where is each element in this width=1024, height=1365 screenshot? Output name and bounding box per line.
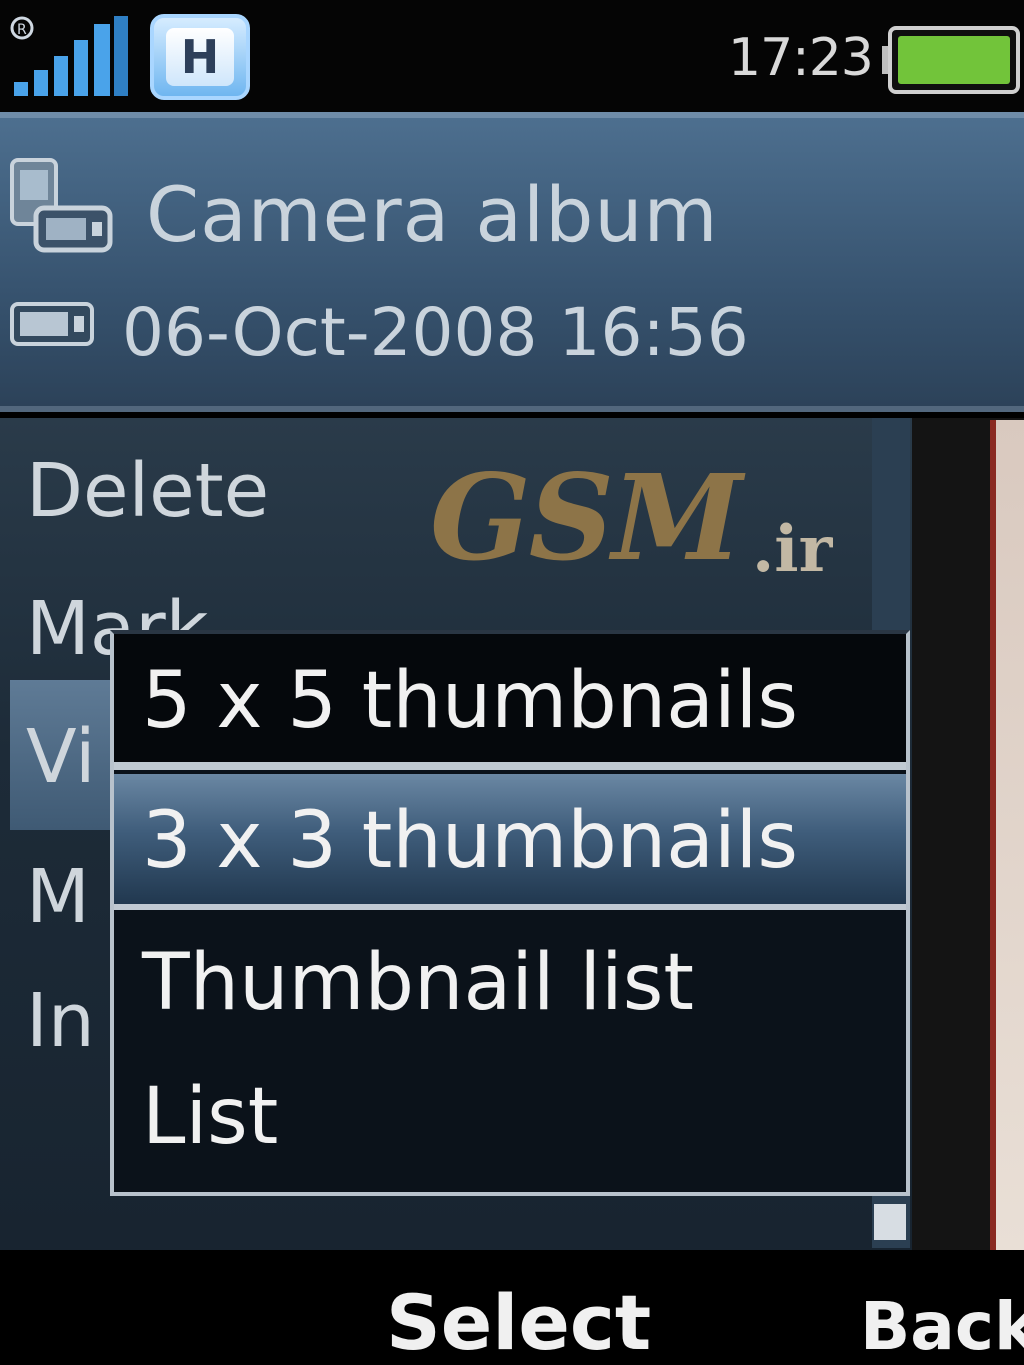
scroll-thumb[interactable] (874, 1204, 906, 1240)
menu-item-more[interactable]: M (26, 854, 112, 940)
page-title: Camera album (146, 170, 719, 259)
menu-item-view[interactable]: Vi (26, 714, 112, 800)
menu-item-info[interactable]: In (26, 978, 112, 1064)
submenu-item-list[interactable]: List (114, 1050, 906, 1186)
submenu-item-3x3-thumbnails[interactable]: 3 x 3 thumbnails (114, 774, 906, 910)
status-bar: R H 17:23 (0, 0, 1024, 112)
submenu-item-label: 3 x 3 thumbnails (142, 796, 798, 886)
photo-datetime: 06-Oct-2008 16:56 (122, 294, 749, 371)
view-mode-submenu: 5 x 5 thumbnails 3 x 3 thumbnails Thumbn… (110, 630, 910, 1196)
clock: 17:23 (728, 28, 874, 88)
menu-item-delete[interactable]: Delete (26, 448, 269, 534)
softkey-bar: Select Back (0, 1250, 1024, 1365)
photo-thumbnail-edge (990, 420, 1024, 1250)
album-header: Camera album 06-Oct-2008 16:56 (0, 112, 1024, 412)
submenu-item-5x5-thumbnails[interactable]: 5 x 5 thumbnails (114, 634, 906, 770)
network-type-label: H (166, 28, 234, 86)
watermark-suffix: .ir (752, 512, 833, 587)
network-type-icon: H (150, 14, 250, 100)
signal-strength-icon: R (10, 16, 128, 96)
svg-text:R: R (17, 22, 27, 38)
submenu-item-label: List (142, 1072, 279, 1162)
submenu-item-label: 5 x 5 thumbnails (142, 656, 798, 746)
select-softkey[interactable]: Select (386, 1278, 651, 1365)
watermark-logo: GSM (430, 448, 743, 587)
battery-icon (882, 26, 1020, 94)
camera-album-icon (10, 158, 113, 253)
submenu-item-label: Thumbnail list (142, 938, 694, 1028)
submenu-item-thumbnail-list[interactable]: Thumbnail list (114, 916, 906, 1052)
memory-card-icon (10, 302, 94, 346)
back-softkey[interactable]: Back (860, 1288, 1024, 1365)
